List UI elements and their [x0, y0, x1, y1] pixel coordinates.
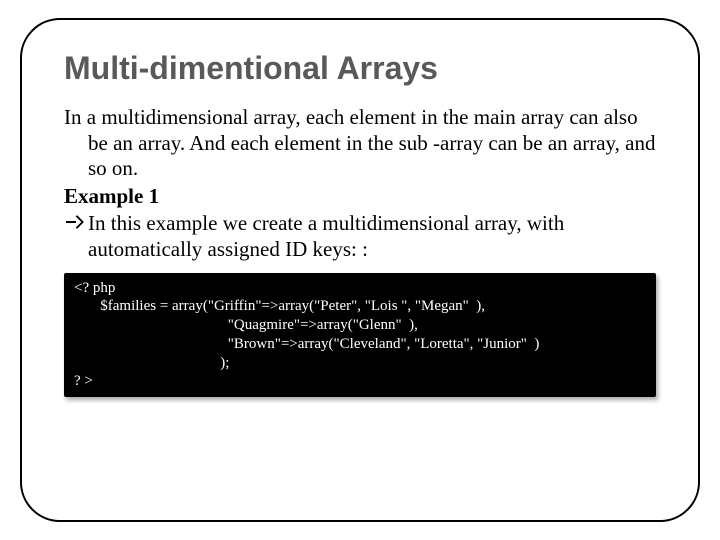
arrow-bullet-icon	[64, 215, 82, 237]
example-label: Example 1	[64, 184, 656, 210]
code-line: "Quagmire"=>array("Glenn" ),	[74, 317, 418, 333]
bullet-text: In this example we create a multidimensi…	[88, 211, 656, 262]
code-line: ? >	[74, 373, 93, 389]
slide: Multi-dimentional Arrays In a multidimen…	[0, 0, 720, 540]
code-block: <? php $families = array("Griffin"=>arra…	[64, 273, 656, 398]
code-line: <? php	[74, 280, 115, 296]
slide-body: In a multidimensional array, each elemen…	[64, 105, 656, 397]
slide-frame: Multi-dimentional Arrays In a multidimen…	[20, 18, 700, 522]
intro-paragraph: In a multidimensional array, each elemen…	[64, 105, 656, 182]
bullet-item: In this example we create a multidimensi…	[64, 211, 656, 262]
code-line: "Brown"=>array("Cleveland", "Loretta", "…	[74, 336, 539, 352]
code-line: $families = array("Griffin"=>array("Pete…	[74, 298, 485, 314]
code-line: );	[74, 355, 229, 371]
slide-title: Multi-dimentional Arrays	[64, 50, 656, 87]
